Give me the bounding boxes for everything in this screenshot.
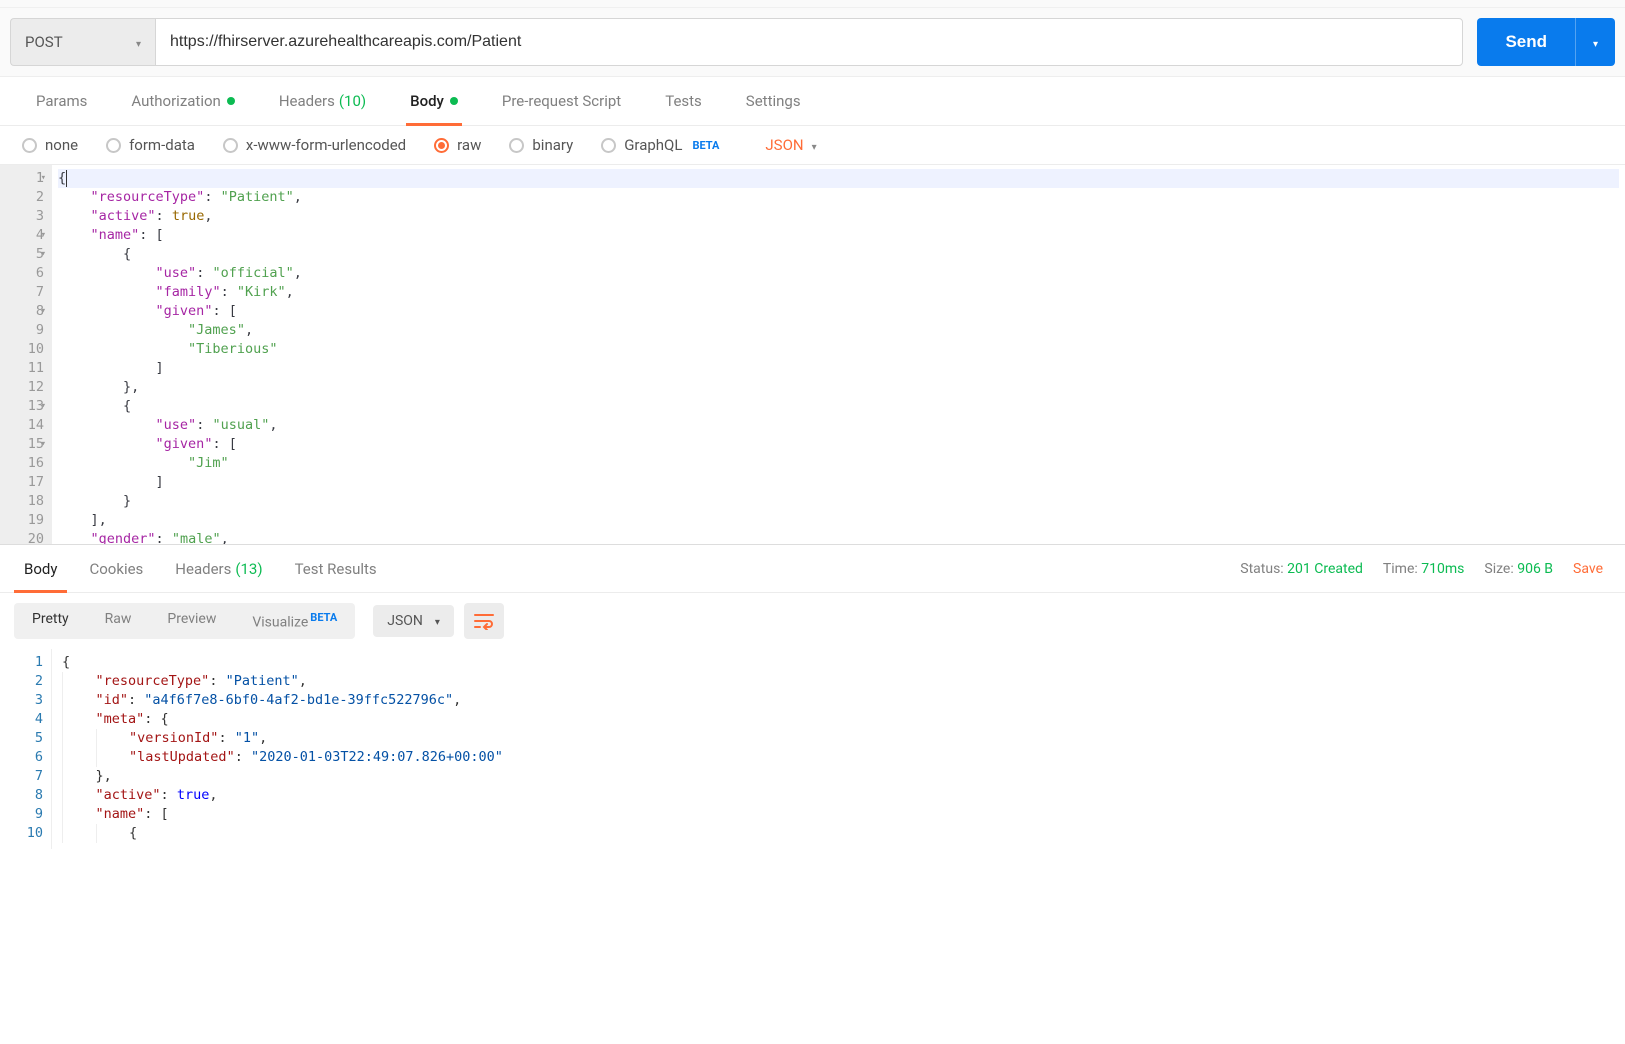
radio-icon	[509, 138, 524, 153]
send-button-group: Send	[1477, 18, 1615, 66]
tab-settings[interactable]: Settings	[724, 77, 823, 125]
view-visualize[interactable]: VisualizeBETA	[234, 603, 355, 639]
request-body-editor[interactable]: 123456789101112131415161718192021 { "res…	[0, 165, 1625, 545]
send-dropdown-button[interactable]	[1575, 18, 1615, 66]
response-toolbar: Pretty Raw Preview VisualizeBETA JSON	[0, 593, 1625, 649]
view-preview[interactable]: Preview	[149, 603, 234, 639]
beta-badge: BETA	[310, 611, 337, 624]
method-select[interactable]: POST	[10, 18, 155, 66]
wrap-lines-button[interactable]	[464, 603, 504, 639]
view-raw[interactable]: Raw	[87, 603, 150, 639]
body-type-binary[interactable]: binary	[509, 136, 573, 154]
resp-tab-testresults[interactable]: Test Results	[279, 545, 393, 592]
tab-prerequest[interactable]: Pre-request Script	[480, 77, 643, 125]
save-response-button[interactable]: Save	[1573, 561, 1603, 577]
tab-authorization[interactable]: Authorization	[109, 77, 256, 125]
radio-icon	[223, 138, 238, 153]
chevron-down-icon	[136, 33, 141, 51]
chevron-down-icon	[812, 136, 817, 154]
raw-format-select[interactable]: JSON	[765, 136, 816, 154]
response-body-editor[interactable]: 12345678910 { "resourceType": "Patient",…	[0, 649, 1625, 849]
request-tabs: Params Authorization Headers(10) Body Pr…	[0, 76, 1625, 126]
chevron-down-icon	[435, 613, 440, 629]
url-input[interactable]	[155, 18, 1463, 66]
tab-headers[interactable]: Headers(10)	[257, 77, 388, 125]
chevron-down-icon	[1593, 35, 1598, 50]
view-pretty[interactable]: Pretty	[14, 603, 87, 639]
radio-icon	[434, 138, 449, 153]
tab-tests[interactable]: Tests	[643, 77, 724, 125]
body-type-raw[interactable]: raw	[434, 136, 481, 154]
response-view-mode: Pretty Raw Preview VisualizeBETA	[14, 603, 355, 639]
editor-gutter: 12345678910	[0, 649, 52, 849]
response-format-select[interactable]: JSON	[373, 605, 454, 637]
editor-gutter: 123456789101112131415161718192021	[0, 165, 52, 544]
radio-icon	[601, 138, 616, 153]
time-label: Time: 710ms	[1383, 561, 1464, 577]
resp-tab-cookies[interactable]: Cookies	[73, 545, 159, 592]
body-type-formdata[interactable]: form-data	[106, 136, 195, 154]
response-meta: Status: 201 Created Time: 710ms Size: 90…	[1240, 561, 1617, 577]
body-type-xwww[interactable]: x-www-form-urlencoded	[223, 136, 406, 154]
radio-icon	[106, 138, 121, 153]
method-value: POST	[25, 33, 63, 51]
body-type-selector: none form-data x-www-form-urlencoded raw…	[0, 126, 1625, 165]
resp-tab-body[interactable]: Body	[8, 545, 73, 592]
radio-icon	[22, 138, 37, 153]
response-tabs: Body Cookies Headers(13) Test Results St…	[0, 545, 1625, 593]
top-divider	[0, 0, 1625, 8]
wrap-icon	[473, 612, 495, 630]
size-label: Size: 906 B	[1484, 561, 1553, 577]
body-type-graphql[interactable]: GraphQLBETA	[601, 136, 719, 154]
status-dot-icon	[450, 97, 458, 105]
status-label: Status: 201 Created	[1240, 561, 1363, 577]
body-type-none[interactable]: none	[22, 136, 78, 154]
send-button[interactable]: Send	[1477, 18, 1575, 66]
beta-badge: BETA	[692, 139, 719, 152]
editor-code[interactable]: { "resourceType": "Patient", "active": t…	[52, 165, 1625, 544]
tab-params[interactable]: Params	[14, 77, 109, 125]
tab-body[interactable]: Body	[388, 77, 480, 125]
resp-tab-headers[interactable]: Headers(13)	[159, 545, 278, 592]
editor-code[interactable]: { "resourceType": "Patient", "id": "a4f6…	[52, 649, 1625, 849]
request-bar: POST Send	[0, 8, 1625, 76]
status-dot-icon	[227, 97, 235, 105]
